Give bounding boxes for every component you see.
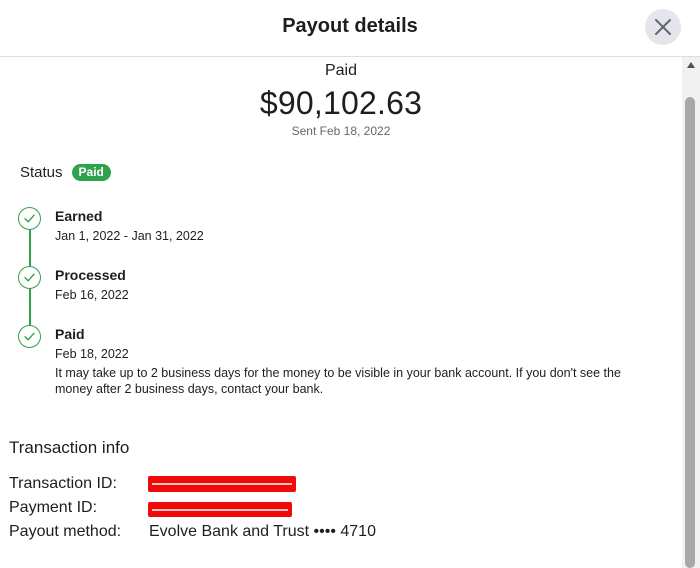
- scrollbar[interactable]: [682, 57, 700, 568]
- payout-sent-date: Sent Feb 18, 2022: [291, 124, 391, 138]
- step-title: Paid: [55, 326, 85, 342]
- transaction-id-label: Transaction ID:: [9, 475, 117, 492]
- close-button[interactable]: [645, 9, 681, 45]
- status-badge: Paid: [71, 164, 111, 181]
- scrollbar-thumb[interactable]: [685, 97, 695, 568]
- payout-method-value: Evolve Bank and Trust •••• 4710: [149, 523, 376, 540]
- close-icon: [655, 19, 671, 35]
- dialog-content[interactable]: Paid $90,102.63 Sent Feb 18, 2022 Status…: [0, 57, 682, 568]
- step-title: Earned: [55, 208, 103, 224]
- payout-status-heading: Paid: [324, 62, 358, 79]
- step-title: Processed: [55, 267, 126, 283]
- check-icon: [24, 332, 35, 341]
- step-date: Feb 18, 2022: [55, 347, 129, 361]
- step-check-circle: [18, 325, 41, 348]
- payout-method-label: Payout method:: [9, 523, 122, 540]
- check-icon: [24, 214, 35, 223]
- dialog-header: Payout details: [0, 0, 700, 57]
- payout-amount: $90,102.63: [259, 85, 423, 121]
- step-date: Feb 16, 2022: [55, 288, 129, 302]
- step-note: It may take up to 2 business days for th…: [55, 366, 621, 396]
- dialog-title: Payout details: [282, 15, 418, 37]
- transaction-id-redaction: [148, 476, 296, 492]
- transaction-info-heading: Transaction info: [9, 438, 130, 457]
- step-date: Jan 1, 2022 - Jan 31, 2022: [55, 229, 204, 243]
- payment-id-redaction: [148, 502, 292, 517]
- step-check-circle: [18, 207, 41, 230]
- status-label: Status: [20, 164, 63, 181]
- payment-id-label: Payment ID:: [9, 499, 98, 516]
- check-icon: [24, 273, 35, 282]
- status-row: Status Paid: [20, 164, 111, 181]
- scroll-up-arrow-icon[interactable]: [687, 62, 695, 68]
- step-check-circle: [18, 266, 41, 289]
